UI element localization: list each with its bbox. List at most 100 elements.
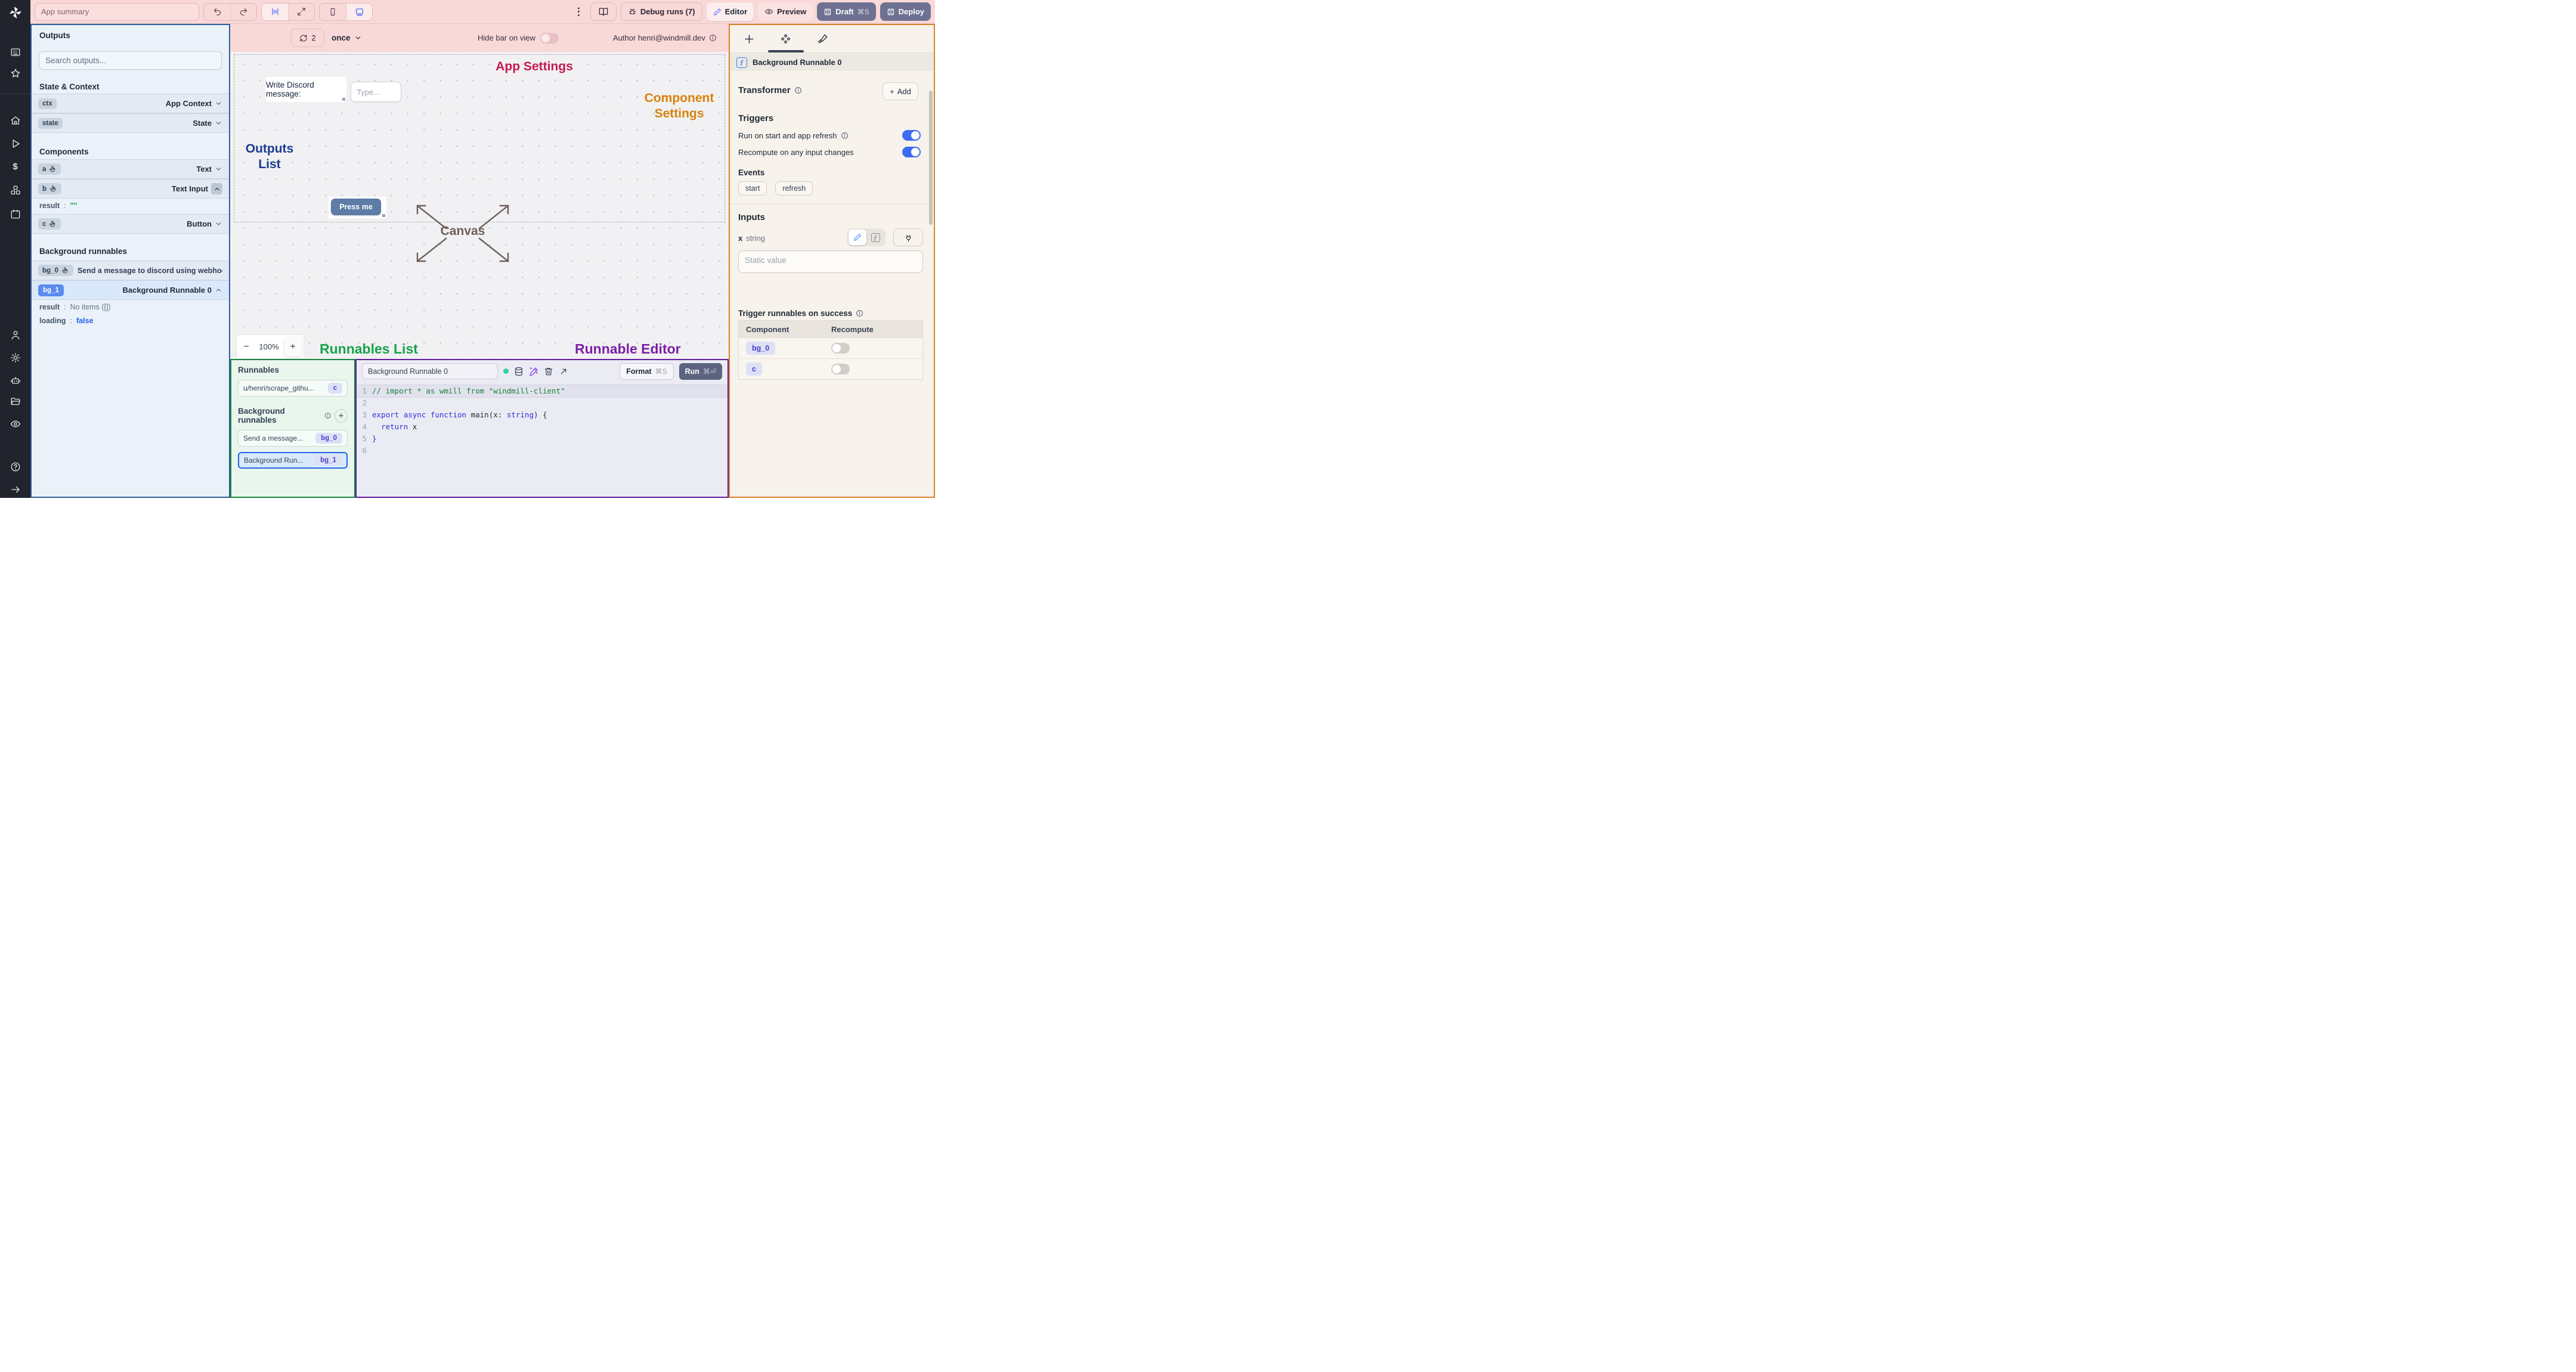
- bg0-recompute-toggle[interactable]: [831, 343, 850, 354]
- output-row-b[interactable]: b Text Input: [32, 179, 229, 199]
- folders-icon[interactable]: [10, 397, 21, 407]
- eval-mode-button[interactable]: ƒ: [866, 230, 884, 245]
- deploy-label: Deploy: [898, 7, 924, 16]
- c-badge[interactable]: c: [746, 363, 762, 376]
- bg1-result-row: result : No items ([]): [39, 303, 111, 311]
- tab-styling[interactable]: [817, 33, 828, 45]
- collapse-arrow-icon[interactable]: [10, 484, 21, 495]
- tab-preview[interactable]: Preview: [758, 2, 813, 21]
- refresh-count-button[interactable]: 2: [291, 29, 324, 47]
- resize-handle[interactable]: [342, 98, 345, 101]
- runnable-item-script[interactable]: u/henri/scrape_githu... c: [238, 380, 348, 397]
- selected-runnable-name: Background Runnable 0: [753, 58, 842, 67]
- windmill-logo-icon[interactable]: [8, 5, 23, 20]
- col-component: Component: [746, 324, 789, 334]
- users-icon[interactable]: [10, 330, 21, 340]
- help-icon[interactable]: [10, 462, 21, 472]
- draft-button[interactable]: Draft ⌘S: [817, 2, 876, 21]
- mobile-view-button[interactable]: [320, 4, 346, 20]
- fullscreen-button[interactable]: [288, 3, 314, 20]
- code-line[interactable]: 1 // import * as wmill from "windmill-cli…: [357, 385, 727, 397]
- code-line[interactable]: 3 export async function main(x: string) {: [357, 409, 727, 421]
- ai-wand-icon[interactable]: [529, 367, 538, 376]
- static-mode-button[interactable]: [849, 230, 866, 245]
- code-line[interactable]: 6: [357, 445, 727, 457]
- runnable-name-input[interactable]: [362, 363, 498, 379]
- trigger-runnables-table: Component Recompute bg_0 c: [738, 320, 923, 380]
- recompute-row: Recompute on any input changes: [738, 147, 921, 157]
- output-row-bg1[interactable]: bg_1 Background Runnable 0: [32, 280, 229, 300]
- triggers-heading: Triggers: [738, 113, 774, 123]
- star-icon[interactable]: [10, 68, 21, 79]
- schedules-calendar-icon[interactable]: [10, 209, 21, 219]
- bg1-result-value: No items ([]): [70, 303, 111, 311]
- home-icon[interactable]: [10, 115, 21, 126]
- runnable-item-bg0[interactable]: Send a message... bg_0: [238, 430, 348, 447]
- c-recompute-toggle[interactable]: [831, 364, 850, 374]
- static-value-textarea[interactable]: [738, 250, 923, 273]
- state-context-heading: State & Context: [39, 82, 100, 91]
- connect-input-button[interactable]: [893, 228, 923, 246]
- settings-scrollbar[interactable]: [929, 91, 933, 225]
- tab-insert-component[interactable]: [744, 33, 755, 45]
- trash-icon[interactable]: [544, 367, 553, 376]
- zoom-out-button[interactable]: −: [237, 335, 256, 358]
- zoom-in-button[interactable]: +: [284, 337, 301, 357]
- info-icon[interactable]: [324, 412, 331, 419]
- code-lines[interactable]: 1 // import * as wmill from "windmill-cli…: [357, 382, 727, 457]
- audit-eye-icon[interactable]: [10, 419, 21, 429]
- info-icon[interactable]: [794, 86, 802, 94]
- format-button[interactable]: Format ⌘S: [620, 363, 674, 380]
- text-component-discord-label[interactable]: Write Discord message:: [266, 77, 346, 102]
- recompute-toggle[interactable]: [902, 147, 921, 157]
- resources-boxes-icon[interactable]: [10, 185, 21, 196]
- resize-handle[interactable]: [382, 214, 385, 217]
- output-row-ctx[interactable]: ctx App Context: [32, 94, 229, 113]
- workers-robot-icon[interactable]: [10, 375, 21, 386]
- runs-play-icon[interactable]: [10, 138, 21, 149]
- variables-dollar-icon[interactable]: $: [10, 162, 21, 172]
- expand-editor-icon[interactable]: [559, 367, 568, 376]
- settings-tabs: [730, 25, 934, 53]
- run-button[interactable]: Run ⌘⏎: [679, 363, 722, 380]
- code-line[interactable]: 4 return x: [357, 421, 727, 433]
- cache-database-icon[interactable]: [514, 367, 524, 376]
- settings-gear-icon[interactable]: [10, 352, 21, 363]
- output-row-c[interactable]: c Button: [32, 214, 229, 234]
- info-icon[interactable]: [841, 132, 849, 140]
- press-me-button[interactable]: Press me: [331, 199, 381, 215]
- tab-editor[interactable]: Editor: [706, 2, 754, 21]
- schedule-mode-dropdown[interactable]: once: [332, 29, 362, 47]
- bg1-item-label: Background Run...: [244, 456, 304, 464]
- workspace-board-icon[interactable]: [10, 47, 21, 58]
- search-outputs-input[interactable]: [39, 51, 222, 70]
- add-transformer-button[interactable]: + Add: [883, 82, 918, 100]
- format-shortcut: ⌘S: [655, 367, 667, 376]
- code-line[interactable]: 5}: [357, 433, 727, 445]
- output-row-a[interactable]: a Text: [32, 159, 229, 179]
- docs-button[interactable]: [590, 2, 617, 21]
- kebab-menu-icon[interactable]: ⋮: [571, 6, 586, 18]
- app-summary-input[interactable]: [35, 2, 199, 21]
- runnable-item-bg1-selected[interactable]: Background Run... bg_1: [238, 452, 348, 469]
- output-row-state[interactable]: state State: [32, 113, 229, 133]
- desktop-view-button[interactable]: [346, 3, 372, 20]
- app-canvas[interactable]: App Settings Write Discord message: Comp…: [230, 52, 729, 359]
- debug-runs-button[interactable]: Debug runs (7): [620, 2, 702, 21]
- bg0-badge[interactable]: bg_0: [746, 342, 776, 355]
- add-background-runnable-button[interactable]: +: [334, 408, 348, 423]
- tab-component-settings[interactable]: [780, 33, 791, 45]
- hide-bar-toggle[interactable]: [540, 32, 559, 44]
- redo-button[interactable]: [230, 3, 256, 20]
- text-input-component[interactable]: [351, 82, 401, 102]
- info-icon[interactable]: [856, 309, 863, 317]
- undo-button[interactable]: [204, 4, 230, 20]
- run-on-start-toggle[interactable]: [902, 130, 921, 141]
- deploy-button[interactable]: Deploy: [880, 2, 931, 21]
- align-center-button[interactable]: [262, 3, 288, 20]
- line-number: 1: [362, 386, 367, 395]
- chevron-up-button[interactable]: [211, 183, 222, 194]
- code-line[interactable]: 2: [357, 397, 727, 409]
- info-icon[interactable]: [709, 34, 717, 42]
- output-row-bg0[interactable]: bg_0 Send a message to discord using web…: [32, 261, 229, 280]
